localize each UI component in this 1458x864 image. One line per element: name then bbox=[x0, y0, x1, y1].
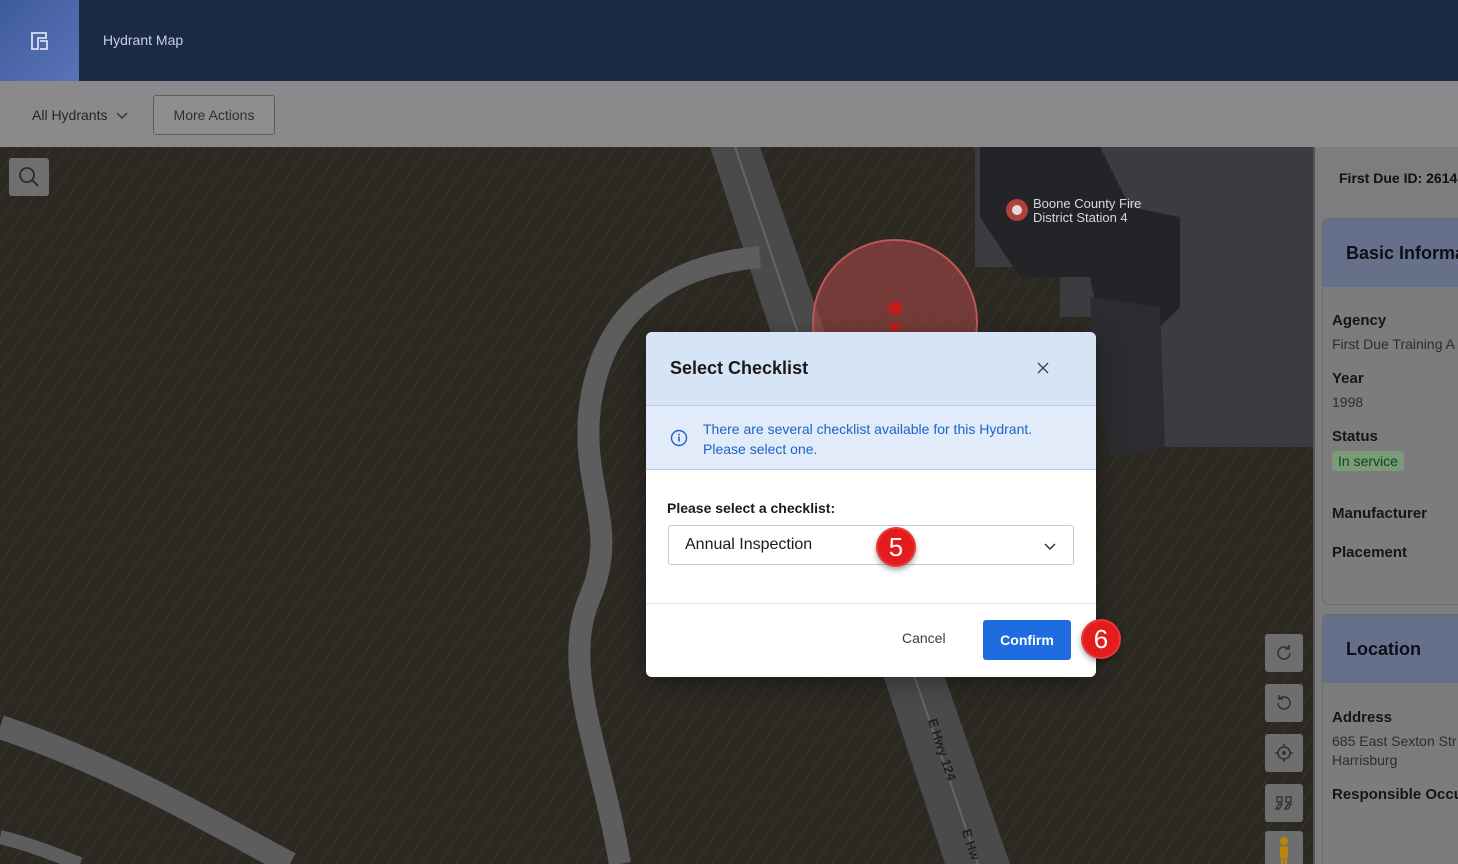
hydrant-filter-label: All Hydrants bbox=[32, 107, 108, 123]
manufacturer-label: Manufacturer bbox=[1332, 505, 1428, 522]
address-line2: Harrisburg bbox=[1332, 752, 1398, 768]
agency-value: First Due Training A bbox=[1332, 336, 1455, 352]
year-label: Year bbox=[1332, 370, 1364, 387]
layers-icon bbox=[1274, 796, 1293, 810]
undo-button[interactable] bbox=[1265, 684, 1303, 722]
hydrant-details-panel: First Due ID: 2614 Basic Informa Agency … bbox=[1313, 147, 1458, 864]
select-checklist-dialog: Select Checklist There are several check… bbox=[646, 332, 1096, 677]
location-title: Location bbox=[1323, 615, 1458, 683]
close-button[interactable] bbox=[1034, 359, 1052, 377]
basic-info-card: Basic Informa Agency First Due Training … bbox=[1323, 219, 1458, 604]
poi-fire-station-label[interactable]: Boone County Fire District Station 4 bbox=[1033, 197, 1141, 225]
dialog-body: Please select a checklist: Annual Inspec… bbox=[646, 470, 1096, 603]
app-logo-button[interactable] bbox=[0, 0, 79, 81]
basic-info-title: Basic Informa bbox=[1323, 219, 1458, 287]
confirm-button[interactable]: Confirm bbox=[983, 620, 1071, 660]
status-label: Status bbox=[1332, 428, 1378, 445]
location-card: Location Address 685 East Sexton Str Har… bbox=[1323, 615, 1458, 864]
street-view-button[interactable] bbox=[1265, 831, 1303, 864]
dialog-title: Select Checklist bbox=[670, 358, 809, 378]
top-nav-bar: Hydrant Map bbox=[0, 0, 1458, 81]
info-icon bbox=[670, 429, 688, 447]
more-actions-button[interactable]: More Actions bbox=[153, 95, 275, 135]
app-logo-icon bbox=[30, 31, 48, 50]
pegman-icon bbox=[1280, 837, 1288, 864]
placement-label: Placement bbox=[1332, 544, 1408, 561]
app-title: Hydrant Map bbox=[103, 32, 184, 48]
locate-me-button[interactable] bbox=[1265, 734, 1303, 772]
dialog-footer: Cancel Confirm bbox=[646, 603, 1096, 677]
hydrant-filter-dropdown[interactable]: All Hydrants bbox=[32, 107, 129, 123]
close-icon bbox=[1037, 362, 1049, 374]
info-alert: There are several checklist available fo… bbox=[646, 405, 1096, 470]
step-5-badge: 5 bbox=[876, 527, 916, 567]
checklist-select-label: Please select a checklist: bbox=[667, 500, 836, 516]
crosshair-icon bbox=[1275, 744, 1293, 762]
map-search-button[interactable] bbox=[9, 158, 49, 196]
redo-button[interactable] bbox=[1265, 634, 1303, 672]
first-due-id: First Due ID: 2614 bbox=[1339, 170, 1458, 186]
year-value: 1998 bbox=[1332, 394, 1364, 410]
info-message: There are several checklist available fo… bbox=[703, 421, 1033, 457]
responsible-occupant-label: Responsible Occu bbox=[1332, 786, 1458, 803]
redo-icon bbox=[1277, 645, 1291, 660]
chevron-down-icon bbox=[1044, 543, 1056, 551]
status-badge: In service bbox=[1332, 451, 1404, 471]
checklist-select[interactable]: Annual Inspection bbox=[668, 525, 1074, 565]
cancel-button[interactable]: Cancel bbox=[902, 630, 946, 646]
dialog-header: Select Checklist bbox=[646, 332, 1096, 405]
map-toolbar: All Hydrants More Actions bbox=[0, 81, 1458, 147]
step-6-badge: 6 bbox=[1081, 619, 1121, 659]
chevron-down-icon bbox=[116, 112, 128, 119]
agency-label: Agency bbox=[1332, 312, 1387, 329]
search-icon bbox=[19, 167, 39, 187]
layers-button[interactable] bbox=[1265, 784, 1303, 822]
checklist-selected-value: Annual Inspection bbox=[685, 536, 813, 553]
undo-icon bbox=[1277, 695, 1291, 710]
address-line1: 685 East Sexton Str bbox=[1332, 733, 1457, 749]
address-label: Address bbox=[1332, 709, 1393, 726]
